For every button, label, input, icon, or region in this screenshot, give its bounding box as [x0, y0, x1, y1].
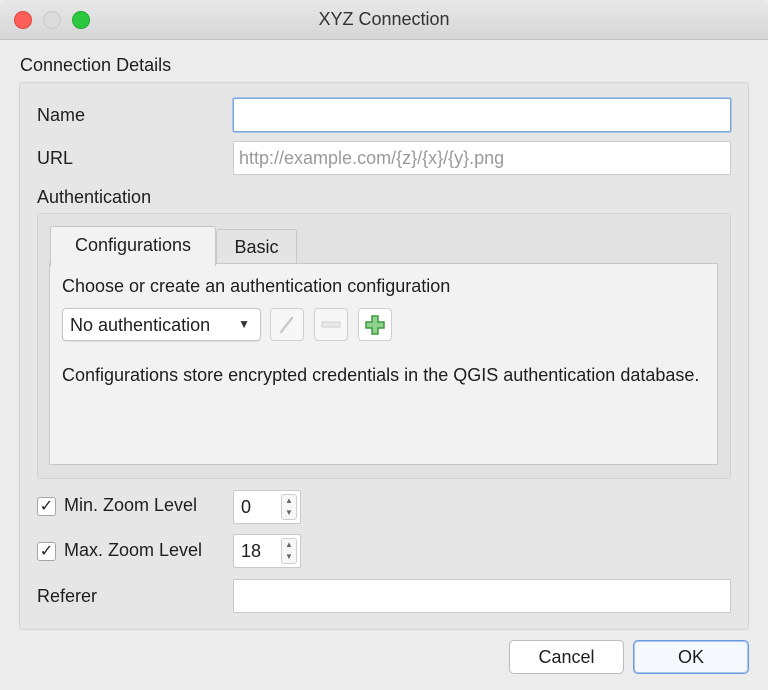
referer-input[interactable]: [233, 579, 731, 613]
min-zoom-label: Min. Zoom Level: [64, 495, 198, 515]
url-input[interactable]: [233, 141, 731, 175]
remove-minus-icon: [321, 321, 341, 328]
authentication-select-value: No authentication: [70, 315, 211, 335]
min-zoom-spinbox[interactable]: 0 ▲ ▼: [233, 490, 301, 524]
check-icon: ✓: [39, 543, 54, 560]
remove-config-button[interactable]: [314, 308, 348, 341]
stepper-arrows-icon[interactable]: ▲ ▼: [281, 494, 297, 520]
add-config-button[interactable]: [358, 308, 392, 341]
max-zoom-checkbox[interactable]: ✓: [37, 542, 56, 561]
authentication-select[interactable]: No authentication ▼: [62, 308, 261, 341]
max-zoom-spinbox[interactable]: 18 ▲ ▼: [233, 534, 301, 568]
min-zoom-value: 0: [241, 497, 252, 517]
stepper-arrows-icon[interactable]: ▲ ▼: [281, 538, 297, 564]
referer-label: Referer: [37, 586, 98, 606]
edit-config-button[interactable]: [270, 308, 304, 341]
name-label: Name: [37, 105, 86, 125]
auth-info-text: Configurations store encrypted credentia…: [62, 365, 700, 385]
tab-configurations[interactable]: Configurations: [50, 226, 216, 266]
title-bar[interactable]: XYZ Connection: [0, 0, 768, 40]
ok-button[interactable]: OK: [633, 640, 749, 674]
xyz-connection-dialog: XYZ Connection Connection Details Name U…: [0, 0, 768, 690]
edit-pencil-icon: [279, 316, 294, 334]
connection-details-heading: Connection Details: [20, 55, 172, 75]
chevron-down-icon: ▼: [238, 317, 250, 331]
url-label: URL: [37, 148, 74, 168]
max-zoom-label: Max. Zoom Level: [64, 540, 203, 560]
name-input[interactable]: [233, 98, 731, 132]
min-zoom-checkbox[interactable]: ✓: [37, 497, 56, 516]
choose-auth-text: Choose or create an authentication confi…: [62, 276, 451, 296]
authentication-label: Authentication: [37, 187, 152, 207]
check-icon: ✓: [39, 498, 54, 515]
max-zoom-value: 18: [241, 541, 262, 561]
tab-basic[interactable]: Basic: [216, 229, 297, 264]
window-title: XYZ Connection: [318, 9, 450, 29]
cancel-button[interactable]: Cancel: [509, 640, 624, 674]
add-plus-icon: [365, 315, 385, 335]
